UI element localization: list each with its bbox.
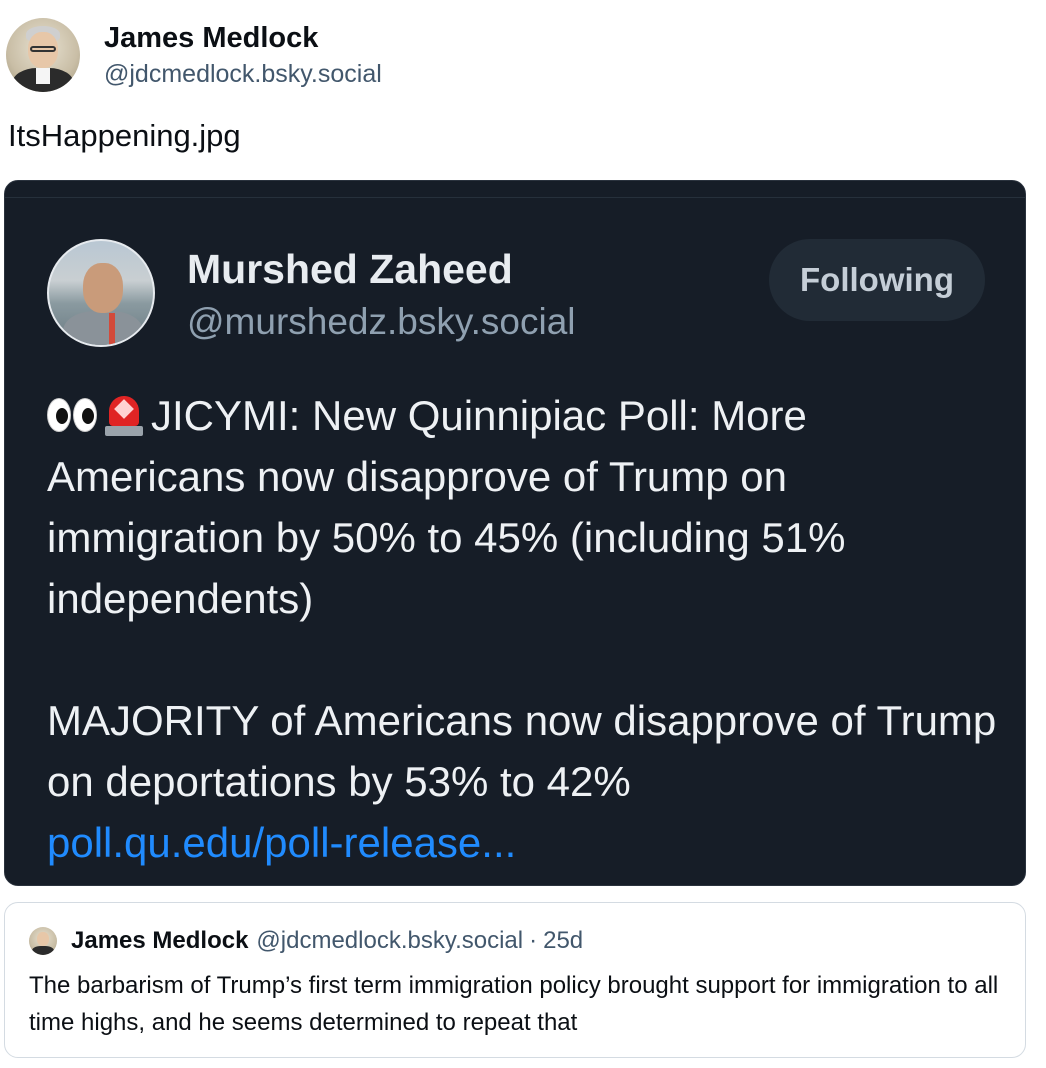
embed-post-body: JICYMI: New Quinnipiac Poll: More Americ… <box>47 385 1007 873</box>
following-button: Following <box>769 239 985 321</box>
embed-paragraph-1: JICYMI: New Quinnipiac Poll: More Americ… <box>47 392 846 622</box>
quoted-post[interactable]: James Medlock @jdcmedlock.bsky.social · … <box>4 902 1026 1058</box>
author-avatar[interactable] <box>6 18 80 92</box>
quote-timestamp: 25d <box>543 927 584 954</box>
quote-separator: · <box>529 927 538 954</box>
quote-author-name: James Medlock <box>71 927 249 954</box>
embedded-screenshot[interactable]: Murshed Zaheed @murshedz.bsky.social Fol… <box>4 180 1026 886</box>
post-container: James Medlock @jdcmedlock.bsky.social It… <box>0 0 1046 1068</box>
author-handle[interactable]: @jdcmedlock.bsky.social <box>104 58 382 90</box>
embed-author-handle: @murshedz.bsky.social <box>187 301 576 342</box>
embed-author-name: Murshed Zaheed <box>187 246 513 292</box>
quote-text: The barbarism of Trump’s first term immi… <box>29 972 999 1036</box>
siren-icon <box>105 394 143 436</box>
author-header[interactable]: James Medlock @jdcmedlock.bsky.social <box>6 18 382 92</box>
quote-author-avatar <box>29 927 57 955</box>
post-text: ItsHappening.jpg <box>8 118 241 153</box>
eyes-icon <box>47 397 97 432</box>
poll-link: poll.qu.edu/poll-release... <box>47 819 517 866</box>
embed-author-avatar <box>47 239 155 347</box>
author-name[interactable]: James Medlock <box>104 20 382 56</box>
embed-paragraph-2: MAJORITY of Americans now disapprove of … <box>47 697 997 805</box>
quote-author-handle: @jdcmedlock.bsky.social <box>256 927 524 954</box>
